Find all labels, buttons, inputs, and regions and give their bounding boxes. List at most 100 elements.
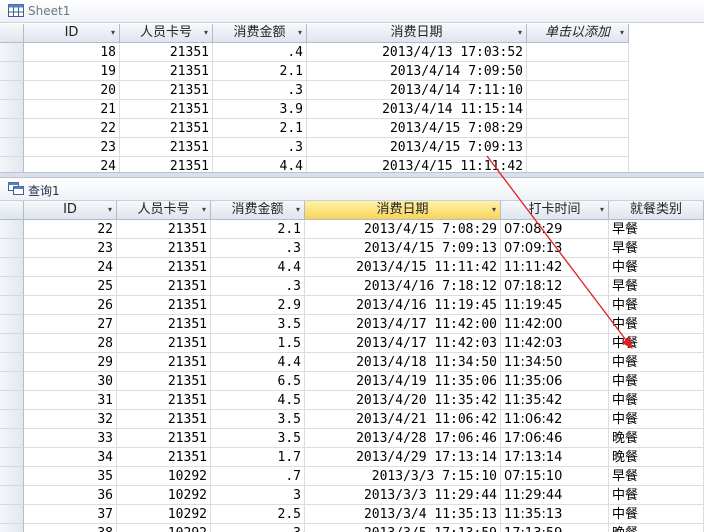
table-cell[interactable]: 22 [24,220,117,239]
table-cell[interactable]: 24 [24,258,117,277]
table-cell[interactable]: .7 [211,467,305,486]
table-cell[interactable]: 2013/4/15 7:08:29 [307,119,527,138]
dropdown-arrow-icon[interactable]: ▾ [518,24,522,42]
table-cell[interactable]: 10292 [117,467,211,486]
table-cell[interactable]: 4.4 [211,258,305,277]
query-col-header[interactable]: 人员卡号 ▾ [117,201,211,220]
table-cell[interactable]: 21351 [120,81,213,100]
sheet-col-header[interactable]: 人员卡号 ▾ [120,24,213,43]
table-cell[interactable]: 31 [24,391,117,410]
table-cell[interactable]: 32 [24,410,117,429]
table-cell[interactable]: 晚餐 [609,429,704,448]
table-cell[interactable]: 中餐 [609,391,704,410]
table-cell[interactable]: 2013/3/3 7:15:10 [305,467,501,486]
row-selector[interactable] [0,524,24,532]
row-selector[interactable] [0,138,24,157]
row-selector[interactable] [0,315,24,334]
table-cell[interactable]: 4.4 [213,157,307,172]
row-selector[interactable] [0,334,24,353]
sheet1-tab[interactable]: Sheet1 [0,0,704,23]
dropdown-arrow-icon[interactable]: ▾ [492,201,496,219]
table-cell[interactable]: 晚餐 [609,524,704,532]
table-cell[interactable]: 34 [24,448,117,467]
table-cell[interactable]: 21351 [117,334,211,353]
table-cell[interactable]: 2013/4/13 17:03:52 [307,43,527,62]
table-cell[interactable]: 2013/4/16 11:19:45 [305,296,501,315]
table-cell[interactable]: 早餐 [609,220,704,239]
row-selector[interactable] [0,391,24,410]
table-cell[interactable]: 2013/4/15 7:08:29 [305,220,501,239]
table-cell[interactable]: 2013/4/14 11:15:14 [307,100,527,119]
table-cell[interactable]: 11:19:45 [501,296,609,315]
row-selector[interactable] [0,62,24,81]
table-cell[interactable]: 07:09:13 [501,239,609,258]
table-cell[interactable]: 2013/4/15 7:09:13 [305,239,501,258]
table-cell[interactable]: 中餐 [609,505,704,524]
table-cell[interactable]: 21351 [117,258,211,277]
table-cell[interactable]: 11:35:13 [501,505,609,524]
table-cell[interactable]: 17:13:14 [501,448,609,467]
table-cell[interactable]: 11:42:03 [501,334,609,353]
row-selector[interactable] [0,410,24,429]
table-cell[interactable]: 21351 [120,100,213,119]
table-cell[interactable]: 21351 [117,391,211,410]
table-cell[interactable]: 07:15:10 [501,467,609,486]
table-cell[interactable]: 21351 [117,239,211,258]
sheet-col-header[interactable]: 消费金额 ▾ [213,24,307,43]
table-cell[interactable]: 21351 [117,410,211,429]
table-cell[interactable]: 3.9 [213,100,307,119]
table-cell[interactable]: 21351 [120,157,213,172]
table-cell[interactable]: 早餐 [609,277,704,296]
table-cell[interactable]: 21351 [120,62,213,81]
dropdown-arrow-icon[interactable]: ▾ [620,24,624,42]
table-cell[interactable] [527,119,629,138]
table-cell[interactable]: 26 [24,296,117,315]
table-cell[interactable]: 2.1 [213,119,307,138]
sheet-col-header[interactable]: 单击以添加 ▾ [527,24,629,43]
row-selector[interactable] [0,258,24,277]
table-cell[interactable]: 4.5 [211,391,305,410]
table-cell[interactable]: 38 [24,524,117,532]
table-cell[interactable]: 早餐 [609,239,704,258]
table-cell[interactable]: .3 [213,138,307,157]
row-selector[interactable] [0,467,24,486]
query1-tab[interactable]: 查询1 [0,178,704,201]
dropdown-arrow-icon[interactable]: ▾ [296,201,300,219]
table-cell[interactable]: 4.4 [211,353,305,372]
table-cell[interactable]: 2013/4/28 17:06:46 [305,429,501,448]
dropdown-arrow-icon[interactable]: ▾ [600,201,604,219]
table-cell[interactable]: 22 [24,119,120,138]
table-cell[interactable]: 中餐 [609,296,704,315]
row-selector[interactable] [0,277,24,296]
row-selector[interactable] [0,43,24,62]
row-selector[interactable] [0,239,24,258]
table-cell[interactable]: 2013/4/16 7:18:12 [305,277,501,296]
table-cell[interactable]: 2013/4/29 17:13:14 [305,448,501,467]
row-selector[interactable] [0,220,24,239]
table-cell[interactable]: 2.1 [213,62,307,81]
table-cell[interactable]: 10292 [117,524,211,532]
table-cell[interactable]: 中餐 [609,315,704,334]
table-cell[interactable]: 11:11:42 [501,258,609,277]
table-cell[interactable]: 35 [24,467,117,486]
query-col-header[interactable]: 消费金额 ▾ [211,201,305,220]
table-cell[interactable]: 3 [211,486,305,505]
table-cell[interactable]: 2013/4/14 7:09:50 [307,62,527,81]
table-cell[interactable]: 2013/3/3 11:29:44 [305,486,501,505]
row-selector[interactable] [0,100,24,119]
table-cell[interactable]: 中餐 [609,486,704,505]
row-selector[interactable] [0,353,24,372]
table-cell[interactable]: .3 [211,239,305,258]
table-cell[interactable]: 11:29:44 [501,486,609,505]
table-cell[interactable]: 25 [24,277,117,296]
table-cell[interactable]: 23 [24,239,117,258]
table-cell[interactable] [527,62,629,81]
table-cell[interactable]: 2013/4/15 11:11:42 [305,258,501,277]
table-cell[interactable] [527,138,629,157]
table-cell[interactable]: 2013/4/15 11:11:42 [307,157,527,172]
table-cell[interactable]: 3.5 [211,429,305,448]
table-cell[interactable]: 中餐 [609,353,704,372]
table-cell[interactable]: 中餐 [609,410,704,429]
table-cell[interactable]: 中餐 [609,372,704,391]
table-cell[interactable]: 3.5 [211,315,305,334]
